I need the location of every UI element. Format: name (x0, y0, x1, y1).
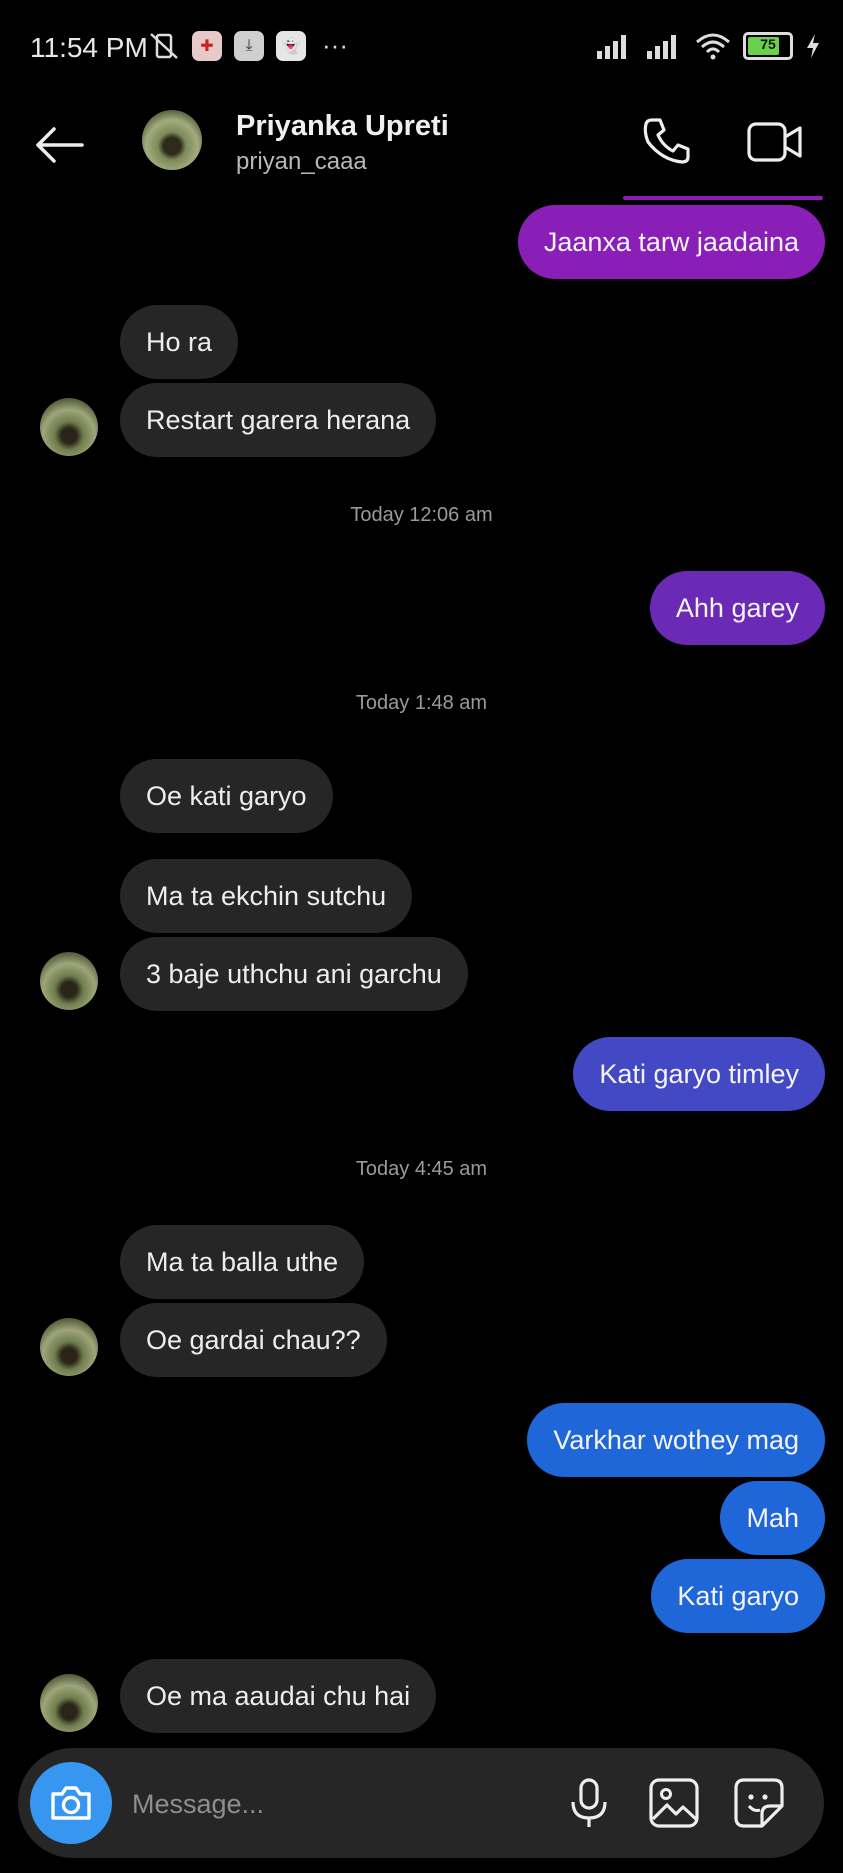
contact-username[interactable]: priyan_caaa (236, 148, 367, 176)
microphone-icon[interactable] (560, 1774, 618, 1832)
message-bubble-incoming[interactable]: Ho ra (120, 305, 239, 379)
message-bubble-outgoing[interactable]: Ahh garey (649, 571, 825, 645)
avatar[interactable] (40, 1674, 98, 1732)
message-bubble-incoming[interactable]: Ma ta balla uthe (120, 1225, 365, 1299)
message-input[interactable] (130, 1778, 554, 1830)
message-bubble-outgoing[interactable]: Jaanxa tarw jaadaina (517, 205, 825, 279)
message-bubble-incoming[interactable]: Ma ta ekchin sutchu (120, 859, 413, 933)
avatar[interactable] (142, 110, 202, 170)
battery-icon: 75 (743, 32, 793, 60)
chat-header: Priyanka Upreti priyan_caaa (0, 100, 843, 200)
phone-icon[interactable] (640, 114, 694, 168)
message-composer (18, 1748, 824, 1858)
message-bubble-outgoing[interactable]: Kati garyo timley (573, 1037, 825, 1111)
status-time: 11:54 PM (30, 32, 148, 63)
video-camera-icon[interactable] (746, 118, 804, 166)
message-bubble-outgoing[interactable]: Kati garyo (651, 1559, 825, 1633)
message-bubble-incoming[interactable]: Oe ma aaudai chu hai (120, 1659, 437, 1733)
avatar[interactable] (40, 398, 98, 456)
message-bubble-outgoing[interactable]: Varkhar wothey mag (527, 1403, 825, 1477)
arrow-left-icon[interactable] (30, 120, 90, 170)
snapchat-icon: 👻 (276, 30, 306, 61)
camera-icon (51, 1786, 91, 1820)
timestamp: Today 1:48 am (355, 692, 488, 714)
signal-icon-2 (647, 35, 676, 59)
wifi-icon (696, 33, 730, 60)
avatar[interactable] (40, 952, 98, 1010)
partial-bubble-edge (623, 196, 823, 200)
app-notification-icon: ✚ (192, 30, 222, 61)
charging-icon (807, 34, 819, 58)
message-bubble-incoming[interactable]: Restart garera herana (120, 383, 437, 457)
more-notifications-icon: ··· (322, 30, 348, 60)
status-bar: 11:54 PM ✚ ⤓ 👻 ··· 75 (0, 0, 843, 100)
signal-icon (597, 35, 626, 59)
image-icon[interactable] (645, 1774, 703, 1832)
avatar[interactable] (40, 1318, 98, 1376)
vibrate-off-icon (150, 32, 178, 59)
message-bubble-outgoing[interactable]: Mah (720, 1481, 825, 1555)
system-icons: 75 (595, 32, 821, 60)
message-bubble-incoming[interactable]: 3 baje uthchu ani garchu (120, 937, 468, 1011)
battery-level: 75 (760, 36, 776, 52)
timestamp: Today 12:06 am (350, 504, 493, 526)
message-bubble-incoming[interactable]: Oe gardai chau?? (120, 1303, 387, 1377)
contact-name[interactable]: Priyanka Upreti (236, 110, 449, 143)
timestamp: Today 4:45 am (355, 1158, 488, 1180)
camera-button[interactable] (30, 1762, 112, 1844)
sticker-icon[interactable] (730, 1774, 788, 1832)
message-bubble-incoming[interactable]: Oe kati garyo (120, 759, 333, 833)
download-icon: ⤓ (234, 30, 264, 61)
notification-icons: ✚ ⤓ 👻 ··· (148, 30, 348, 61)
